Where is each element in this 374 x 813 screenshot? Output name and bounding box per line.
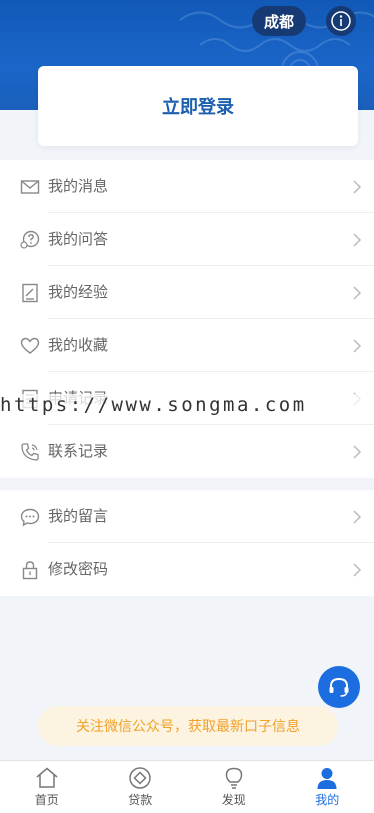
info-button[interactable] [326, 6, 356, 36]
chevron-right-icon [352, 444, 362, 460]
chat-icon [20, 507, 40, 527]
login-button-label: 立即登录 [162, 93, 234, 119]
chevron-right-icon [352, 562, 362, 578]
menu-item-qa[interactable]: 我的问答 [0, 213, 374, 266]
chevron-right-icon [352, 285, 362, 301]
wechat-follow-banner[interactable]: 关注微信公众号，获取最新口子信息 [38, 706, 338, 746]
menu-item-experience[interactable]: 我的经验 [0, 266, 374, 319]
bulb-icon [221, 765, 247, 791]
tab-label: 发现 [187, 791, 281, 808]
city-label: 成都 [264, 11, 294, 32]
menu-item-label: 修改密码 [48, 543, 108, 596]
watermark-text: https://www.songma.com [0, 394, 374, 418]
info-icon [330, 10, 352, 32]
menu-item-label: 联系记录 [48, 425, 108, 478]
qa-icon [20, 230, 40, 250]
menu-item-change-password[interactable]: 修改密码 [0, 543, 374, 596]
menu-item-label: 我的经验 [48, 266, 108, 319]
tab-mine[interactable]: 我的 [281, 761, 374, 813]
tab-label: 贷款 [94, 791, 188, 808]
bottom-tab-bar: 首页 贷款 发现 我的 [0, 760, 374, 813]
menu-item-label: 我的消息 [48, 160, 108, 213]
chevron-right-icon [352, 509, 362, 525]
menu-item-label: 我的问答 [48, 213, 108, 266]
loan-icon [127, 765, 153, 791]
phone-icon [20, 442, 40, 462]
banner-text: 关注微信公众号，获取最新口子信息 [76, 716, 300, 736]
menu-item-label: 我的留言 [48, 490, 108, 543]
tab-label: 首页 [0, 791, 94, 808]
mail-icon [20, 177, 40, 197]
home-icon [34, 765, 60, 791]
tab-loan[interactable]: 贷款 [94, 761, 188, 813]
menu-item-comments[interactable]: 我的留言 [0, 490, 374, 543]
heart-icon [20, 336, 40, 356]
customer-service-button[interactable] [318, 666, 360, 708]
note-icon [20, 283, 40, 303]
lock-icon [20, 560, 40, 580]
tab-label: 我的 [281, 791, 374, 808]
login-card[interactable]: 立即登录 [38, 66, 358, 146]
menu-item-contacts[interactable]: 联系记录 [0, 425, 374, 478]
city-selector[interactable]: 成都 [252, 6, 306, 36]
tab-discover[interactable]: 发现 [187, 761, 281, 813]
chevron-right-icon [352, 338, 362, 354]
tab-home[interactable]: 首页 [0, 761, 94, 813]
headset-icon [326, 674, 352, 700]
user-icon [314, 765, 340, 791]
menu-item-favorites[interactable]: 我的收藏 [0, 319, 374, 372]
menu-group-secondary: 我的留言 修改密码 [0, 490, 374, 596]
menu-item-label: 我的收藏 [48, 319, 108, 372]
chevron-right-icon [352, 179, 362, 195]
menu-group-primary: 我的消息 我的问答 我的经验 我的收藏 [0, 160, 374, 478]
chevron-right-icon [352, 232, 362, 248]
menu-item-messages[interactable]: 我的消息 [0, 160, 374, 213]
